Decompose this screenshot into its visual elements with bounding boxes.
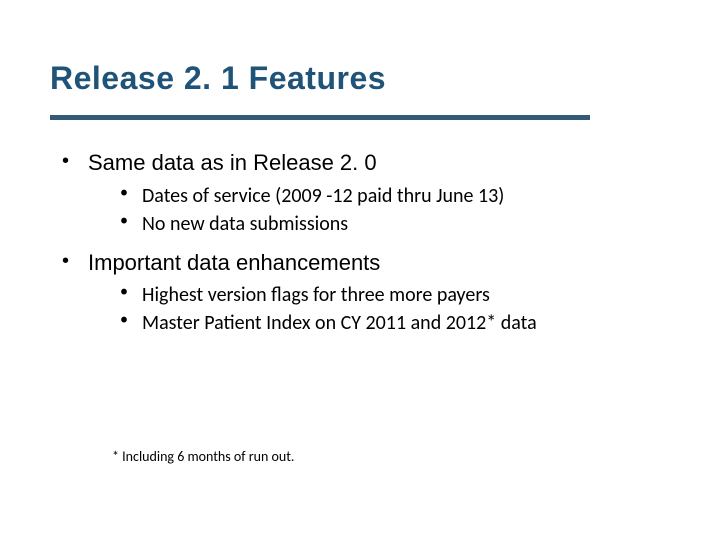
bullet-text: Important data enhancements [88,250,380,275]
bullet-item: Same data as in Release 2. 0 Dates of se… [60,148,670,238]
sub-bullet-item: Highest version flags for three more pay… [116,281,670,309]
sub-bullet-text: No new data submissions [142,212,348,236]
sub-bullet-text: Master Patient Index on CY 2011 and 2012… [142,311,537,335]
sub-bullet-text: Highest version flags for three more pay… [142,283,490,307]
slide-title: Release 2. 1 Features [50,60,670,97]
sub-bullet-list: Dates of service (2009 -12 paid thru Jun… [88,182,670,238]
slide: Release 2. 1 Features Same data as in Re… [0,0,720,540]
title-rule [50,115,590,120]
bullet-item: Important data enhancements Highest vers… [60,248,670,338]
bullet-list: Same data as in Release 2. 0 Dates of se… [50,148,670,337]
bullet-text: Same data as in Release 2. 0 [88,150,377,175]
sub-bullet-item: Master Patient Index on CY 2011 and 2012… [116,309,670,337]
footnote: * Including 6 months of run out. [112,448,294,465]
sub-bullet-item: No new data submissions [116,210,670,238]
sub-bullet-list: Highest version flags for three more pay… [88,281,670,337]
sub-bullet-text: Dates of service (2009 -12 paid thru Jun… [142,184,504,208]
sub-bullet-item: Dates of service (2009 -12 paid thru Jun… [116,182,670,210]
